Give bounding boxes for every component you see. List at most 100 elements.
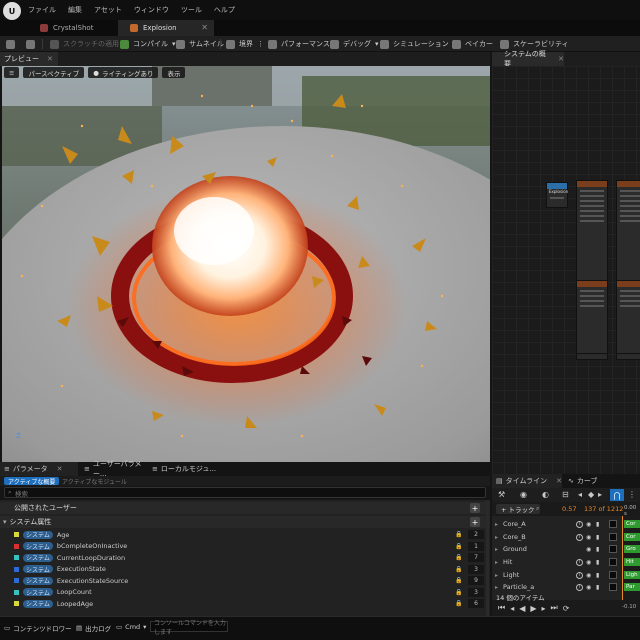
track-row[interactable]: ▸ Hit i ◉ ▮ (492, 556, 622, 568)
menu-help[interactable]: ヘルプ (214, 5, 235, 15)
track-enabled-checkbox[interactable] (609, 558, 617, 566)
eye-icon[interactable]: ◉ (586, 521, 591, 528)
cmd-selector[interactable]: ▭ Cmd ▾ (116, 623, 146, 631)
baker-button[interactable]: ベイカー (452, 36, 493, 52)
tab-timeline[interactable]: ▤ タイムライン ✕ (492, 474, 562, 488)
play-reverse-icon[interactable]: ◀ (519, 604, 525, 613)
debug-button[interactable]: デバッグ ▾ (330, 36, 379, 52)
track-row[interactable]: ▸ Core_B i ◉ ▮ (492, 531, 622, 543)
track-enabled-checkbox[interactable] (609, 520, 617, 528)
skip-start-icon[interactable]: ⏮ (498, 603, 505, 613)
close-icon[interactable]: ✕ (47, 55, 53, 63)
chevron-right-icon[interactable]: ▸ (495, 584, 498, 591)
step-forward-icon[interactable]: ▸ (542, 604, 546, 613)
preview-viewport[interactable]: Z (2, 66, 490, 462)
chevron-right-icon[interactable]: ▸ (495, 572, 498, 579)
lighting-button[interactable]: ● ライティングあり (88, 67, 159, 78)
bounds-button[interactable]: 境界 ⋮ (226, 36, 264, 52)
chevron-right-icon[interactable]: ▸ (495, 534, 498, 541)
browse-button[interactable] (26, 36, 35, 52)
eye-icon[interactable]: ◉ (586, 546, 591, 553)
thumbnail-button[interactable]: サムネイル (176, 36, 224, 52)
track-enabled-checkbox[interactable] (609, 533, 617, 541)
add-parameter-button[interactable]: + (470, 517, 480, 527)
close-icon[interactable]: ✕ (57, 465, 63, 473)
snap-icon[interactable]: ⊟ (562, 490, 569, 499)
chevron-right-icon[interactable]: ▸ (495, 559, 498, 566)
keyframe-icon[interactable]: ◆ (588, 490, 594, 499)
track-bar[interactable]: Cor (624, 533, 640, 541)
chevron-down-icon[interactable]: ▾ (172, 40, 176, 48)
playhead[interactable] (622, 516, 623, 600)
emitter-node[interactable] (616, 280, 640, 354)
param-row[interactable]: システム Age 🔒 2 (0, 529, 490, 541)
param-row[interactable]: システム bCompleteOnInactive 🔒 1 (0, 541, 490, 553)
track-row[interactable]: ▸ Core_A i ◉ ▮ (492, 518, 622, 530)
param-row[interactable]: システム LoopedAge 🔒 6 (0, 598, 490, 610)
more-icon[interactable]: ⋮ (257, 40, 264, 48)
timeline-track-bars[interactable]: Cor Cor Gro Hit Ligh Par (622, 516, 640, 600)
skip-end-icon[interactable]: ⏭ (551, 603, 558, 613)
info-icon[interactable]: i (576, 571, 583, 579)
simulation-button[interactable]: シミュレーション▾ (380, 36, 456, 52)
chevron-down-icon[interactable]: ▾ (375, 40, 379, 48)
lock-icon[interactable]: ▮ (596, 584, 599, 591)
tab-user-parameters[interactable]: ≡ ユーザーパラメー... (80, 460, 146, 478)
tab-preview[interactable]: プレビュー ✕ (0, 52, 58, 66)
menu-edit[interactable]: 編集 (68, 5, 82, 15)
compile-button[interactable]: コンパイル ▾ (120, 36, 176, 52)
step-back-icon[interactable]: ◂ (510, 604, 514, 613)
keyframe-next-icon[interactable]: ▸ (598, 490, 602, 499)
apply-scratch-button[interactable]: スクラッチの適用 (50, 36, 119, 52)
eye-icon[interactable]: ◉ (586, 572, 591, 579)
section-system-attributes[interactable]: ▾ システム属性 + (0, 516, 490, 528)
loop-icon[interactable]: ⟳ (563, 604, 570, 613)
menu-asset[interactable]: アセット (94, 5, 122, 15)
param-row[interactable]: システム ExecutionStateSource 🔒 9 (0, 575, 490, 587)
wrench-icon[interactable]: ⚒ (498, 490, 505, 499)
menu-tools[interactable]: ツール (181, 5, 202, 15)
tab-local-modules[interactable]: ≡ ローカルモジュ... (148, 462, 238, 476)
search-icon[interactable]: ⌕ (536, 505, 539, 513)
track-bar[interactable]: Ligh (624, 571, 640, 579)
tab-crystalshot[interactable]: CrystalShot (28, 20, 116, 36)
lock-icon[interactable]: ▮ (596, 534, 599, 541)
track-enabled-checkbox[interactable] (609, 571, 617, 579)
tab-system-overview[interactable]: システムの概要 ✕ (492, 50, 564, 68)
play-icon[interactable]: ▶ (530, 604, 536, 613)
add-track-button[interactable]: + トラック (496, 504, 540, 514)
save-button[interactable] (6, 36, 15, 52)
info-icon[interactable]: i (576, 520, 583, 528)
console-command-input[interactable]: コンソールコマンドを入力します (150, 620, 228, 636)
info-icon[interactable]: i (576, 533, 583, 541)
info-icon[interactable]: i (576, 558, 583, 566)
eye-icon[interactable]: ◉ (586, 559, 591, 566)
eye-icon[interactable]: ◉ (520, 490, 527, 499)
perspective-button[interactable]: パースペクティブ (23, 67, 85, 78)
lock-icon[interactable]: ▮ (596, 559, 599, 566)
param-row[interactable]: システム CurrentLoopDuration 🔒 7 (0, 552, 490, 564)
viewport-options-button[interactable]: ≡ (4, 67, 20, 78)
tab-curves[interactable]: ∿ カーブ (564, 474, 614, 488)
emitter-node[interactable] (576, 280, 608, 354)
tab-parameters[interactable]: ≡ パラメータ ✕ (0, 462, 78, 476)
track-enabled-checkbox[interactable] (609, 583, 617, 591)
menu-file[interactable]: ファイル (28, 5, 56, 15)
system-node[interactable]: Explosion (546, 182, 568, 208)
lock-icon[interactable]: ▮ (596, 572, 599, 579)
track-bar[interactable]: Cor (624, 520, 640, 528)
lock-icon[interactable]: ▮ (596, 521, 599, 528)
tab-explosion[interactable]: Explosion ✕ (118, 20, 214, 36)
info-icon[interactable]: i (576, 583, 583, 591)
system-overview-graph[interactable]: Explosion (492, 66, 640, 474)
more-icon[interactable]: ⋮ (628, 490, 636, 499)
chevron-right-icon[interactable]: ▸ (495, 521, 498, 528)
param-row[interactable]: システム ExecutionState 🔒 3 (0, 564, 490, 576)
track-bar[interactable]: Hit (624, 558, 640, 566)
sequencer-mode-icon[interactable]: ⋂ (610, 489, 624, 501)
keyframe-prev-icon[interactable]: ◂ (578, 490, 582, 499)
content-drawer-button[interactable]: ▭ コンテンツドロワー (4, 623, 72, 633)
performance-button[interactable]: パフォーマンス (268, 36, 330, 52)
track-enabled-checkbox[interactable] (609, 545, 617, 553)
filter-active-overview[interactable]: アクティブな概要 (4, 477, 60, 486)
